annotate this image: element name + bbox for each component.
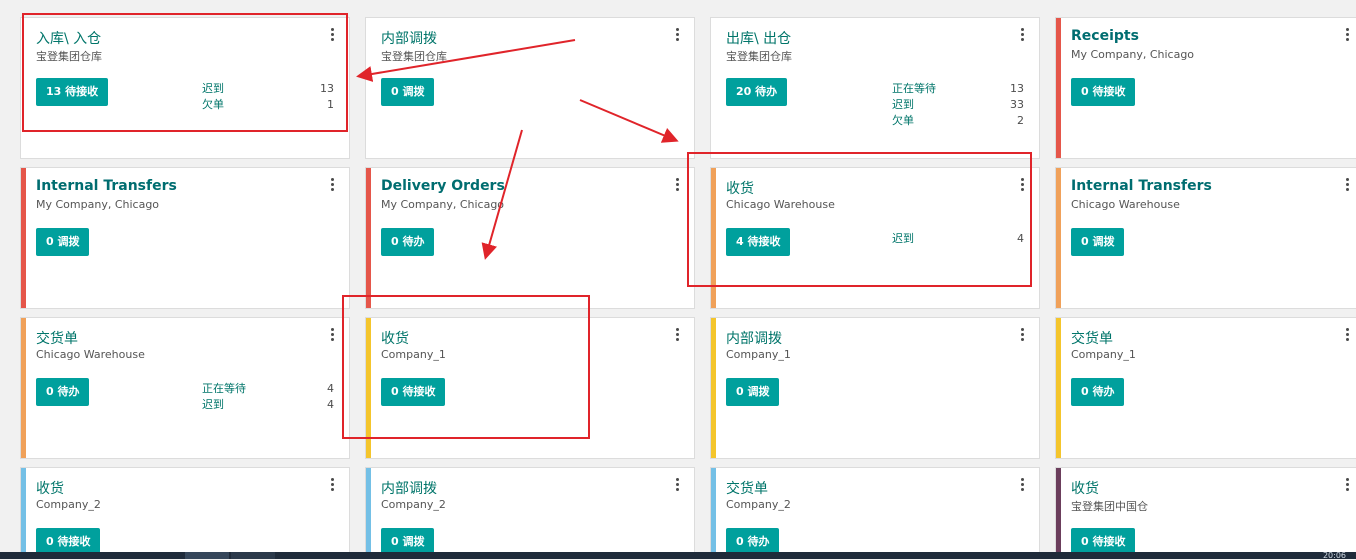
card-color-bar — [21, 468, 26, 558]
stat-row[interactable]: 欠单 2 — [892, 113, 1024, 129]
stat-row[interactable]: 迟到 33 — [892, 97, 1024, 113]
card-title[interactable]: 内部调拨 — [726, 328, 782, 348]
stat-value: 2 — [1017, 114, 1024, 127]
highlight-box — [687, 152, 1032, 287]
kebab-menu-icon[interactable] — [1342, 328, 1352, 342]
card-subtitle: Company_2 — [36, 498, 101, 511]
card-color-bar — [1056, 468, 1061, 558]
kebab-menu-icon[interactable] — [1017, 478, 1027, 492]
card-title[interactable]: 收货 — [36, 478, 64, 498]
kebab-menu-icon[interactable] — [672, 28, 682, 42]
card-subtitle: 宝登集团仓库 — [381, 50, 447, 63]
card-subtitle: Company_1 — [1071, 348, 1136, 361]
card-subtitle: My Company, Chicago — [36, 198, 160, 211]
card-color-bar — [1056, 18, 1061, 158]
operation-card[interactable]: 出库\ 出仓宝登集团仓库 20 待办 正在等待 13 迟到 33 欠单 2 — [710, 17, 1040, 159]
card-subtitle: My Company, Chicago — [1071, 48, 1195, 61]
card-subtitle: 宝登集团仓库 — [726, 50, 792, 63]
kebab-menu-icon[interactable] — [1342, 478, 1352, 492]
operation-card[interactable]: 收货 Company_2 0 待接收 — [20, 467, 350, 559]
card-action-button[interactable]: 0 调拨 — [381, 78, 435, 106]
stat-row[interactable]: 迟到 4 — [202, 397, 334, 413]
kebab-menu-icon[interactable] — [1342, 28, 1352, 42]
highlight-box — [342, 295, 590, 439]
operation-card[interactable]: Internal Transfers Chicago Warehouse 0 调拨 — [1055, 167, 1356, 309]
stat-label[interactable]: 迟到 — [892, 97, 914, 113]
stat-value: 13 — [1010, 82, 1024, 95]
operation-card[interactable]: 交货单 Company_2 0 待办 — [710, 467, 1040, 559]
taskbar-clock: 20:06 — [1322, 551, 1346, 560]
card-title[interactable]: 收货 — [1071, 478, 1099, 498]
kebab-menu-icon[interactable] — [1342, 178, 1352, 192]
card-title[interactable]: Internal Transfers — [36, 178, 177, 194]
card-title[interactable]: 交货单 — [36, 328, 78, 348]
operation-card[interactable]: Internal Transfers My Company, Chicago 0 调… — [20, 167, 350, 309]
stat-row[interactable]: 正在等待 4 — [202, 381, 334, 397]
kebab-menu-icon[interactable] — [327, 328, 337, 342]
card-color-bar — [366, 168, 371, 308]
card-color-bar — [21, 168, 26, 308]
card-title[interactable]: Internal Transfers — [1071, 178, 1212, 194]
card-subtitle: Company_2 — [381, 498, 446, 511]
card-stats: 正在等待 4 迟到 4 — [202, 381, 334, 413]
card-title[interactable]: 出库\ 出仓 — [726, 28, 791, 48]
taskbar: 20:06 — [0, 551, 1356, 560]
card-subtitle: My Company, Chicago — [381, 198, 505, 211]
card-stats: 正在等待 13 迟到 33 欠单 2 — [892, 81, 1024, 129]
card-subtitle: Company_2 — [726, 498, 791, 511]
kebab-menu-icon[interactable] — [327, 178, 337, 192]
stat-label[interactable]: 迟到 — [202, 397, 224, 413]
card-color-bar — [1056, 318, 1061, 458]
card-action-button[interactable]: 0 待接收 — [1071, 78, 1136, 106]
card-title[interactable]: 内部调拨 — [381, 28, 437, 48]
card-action-button[interactable]: 0 待办 — [36, 378, 90, 406]
card-color-bar — [366, 468, 371, 558]
operations-dashboard: 入库\ 入仓 宝登集团仓库 13 待接收 迟到 13 欠单 1 内部调拨 宝登集团仓库 0 调拨出… — [0, 0, 1356, 559]
card-subtitle: 宝登集团中国仓 — [1071, 500, 1148, 513]
kebab-menu-icon[interactable] — [672, 328, 682, 342]
kebab-menu-icon[interactable] — [1017, 28, 1027, 42]
card-action-button[interactable]: 0 调拨 — [1071, 228, 1125, 256]
kebab-menu-icon[interactable] — [672, 178, 682, 192]
card-color-bar — [1056, 168, 1061, 308]
card-title[interactable]: 交货单 — [726, 478, 768, 498]
card-action-button[interactable]: 20 待办 — [726, 78, 788, 106]
operation-card[interactable]: 内部调拨宝登集团仓库 0 调拨 — [365, 17, 695, 159]
card-title[interactable]: 内部调拨 — [381, 478, 437, 498]
card-action-button[interactable]: 0 待办 — [381, 228, 435, 256]
operation-card[interactable]: 内部调拨 Company_2 0 调拨 — [365, 467, 695, 559]
card-title[interactable]: Receipts — [1071, 28, 1139, 44]
card-title[interactable]: Delivery Orders — [381, 178, 505, 194]
stat-row[interactable]: 正在等待 13 — [892, 81, 1024, 97]
card-action-button[interactable]: 0 调拨 — [36, 228, 90, 256]
stat-value: 33 — [1010, 98, 1024, 111]
operation-card[interactable]: 交货单 Chicago Warehouse 0 待办 正在等待 4 迟到 4 — [20, 317, 350, 459]
card-subtitle: Chicago Warehouse — [1071, 198, 1180, 211]
stat-value: 4 — [327, 382, 334, 395]
card-action-button[interactable]: 0 待办 — [1071, 378, 1125, 406]
stat-label[interactable]: 正在等待 — [892, 81, 936, 97]
stat-label[interactable]: 欠单 — [892, 113, 914, 129]
highlight-box — [22, 13, 348, 132]
card-color-bar — [711, 318, 716, 458]
operation-card[interactable]: Receipts My Company, Chicago 0 待接收 — [1055, 17, 1356, 159]
operation-card[interactable]: 收货 宝登集团中国仓 0 待接收 — [1055, 467, 1356, 559]
card-action-button[interactable]: 0 调拨 — [726, 378, 780, 406]
card-subtitle: Chicago Warehouse — [36, 348, 145, 361]
kebab-menu-icon[interactable] — [1017, 328, 1027, 342]
taskbar-app-button[interactable] — [231, 552, 275, 559]
card-subtitle: Company_1 — [726, 348, 791, 361]
operation-card[interactable]: Delivery Orders My Company, Chicago 0 待办 — [365, 167, 695, 309]
taskbar-app-button[interactable] — [185, 552, 229, 559]
card-title[interactable]: 交货单 — [1071, 328, 1113, 348]
stat-label[interactable]: 正在等待 — [202, 381, 246, 397]
kebab-menu-icon[interactable] — [672, 478, 682, 492]
stat-value: 4 — [327, 398, 334, 411]
operation-card[interactable]: 交货单 Company_1 0 待办 — [1055, 317, 1356, 459]
kebab-menu-icon[interactable] — [327, 478, 337, 492]
card-color-bar — [21, 318, 26, 458]
card-color-bar — [711, 468, 716, 558]
operation-card[interactable]: 内部调拨 Company_1 0 调拨 — [710, 317, 1040, 459]
